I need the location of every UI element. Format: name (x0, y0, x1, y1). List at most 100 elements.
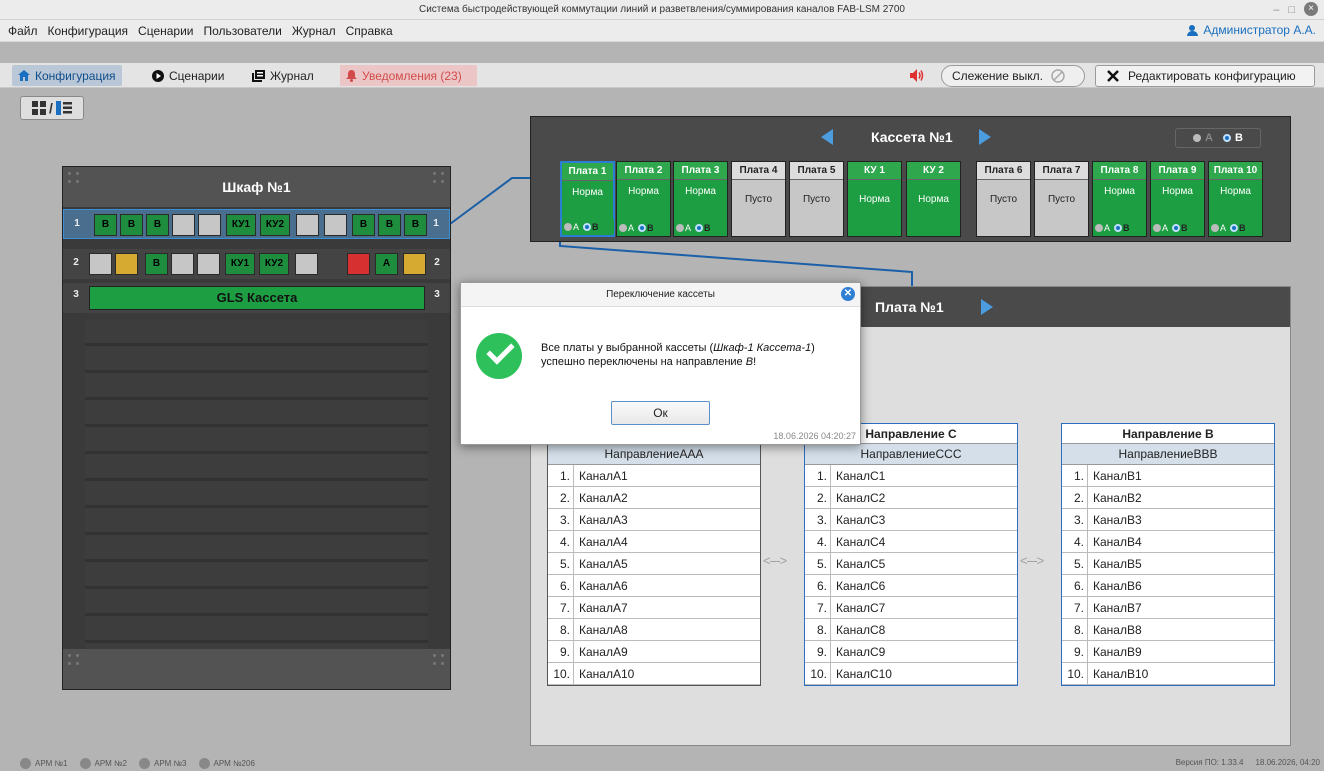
dialog-close-icon[interactable]: ✕ (841, 287, 855, 301)
radio-b-icon[interactable] (1114, 223, 1123, 232)
radio-b-icon[interactable] (695, 223, 704, 232)
cabinet-slot[interactable]: B (94, 214, 117, 236)
cabinet-slot[interactable]: B (120, 214, 143, 236)
cabinet-slot[interactable]: B (378, 214, 401, 236)
cassette-board[interactable]: Плата 2 Норма A B (616, 161, 671, 237)
radio-b-icon[interactable] (583, 222, 592, 231)
channel-row[interactable]: 5. КаналА5 (548, 553, 760, 575)
cassette-direction-switch[interactable]: A B (1175, 128, 1261, 148)
cabinet-slot[interactable]: КУ2 (259, 253, 289, 275)
cabinet-slot[interactable] (324, 214, 347, 236)
channel-row[interactable]: 8. КаналВ8 (1062, 619, 1274, 641)
board-direction-switch[interactable]: AB (1094, 220, 1145, 235)
cabinet-slot[interactable]: B (404, 214, 427, 236)
channel-row[interactable]: 6. КаналА6 (548, 575, 760, 597)
board-direction-switch[interactable]: AB (1152, 220, 1203, 235)
cabinet-slot[interactable]: КУ1 (225, 253, 255, 275)
channel-row[interactable]: 6. КаналС6 (805, 575, 1017, 597)
cabinet-slot[interactable] (295, 253, 318, 275)
cassette-board[interactable]: КУ 1 Норма (847, 161, 902, 237)
channel-row[interactable]: 1. КаналС1 (805, 465, 1017, 487)
gls-cassette[interactable]: GLS Кассета (89, 286, 425, 310)
cabinet-slot[interactable] (198, 214, 221, 236)
channel-row[interactable]: 7. КаналА7 (548, 597, 760, 619)
radio-b-icon[interactable] (638, 223, 647, 232)
channel-row[interactable]: 5. КаналС5 (805, 553, 1017, 575)
channel-row[interactable]: 10. КаналВ10 (1062, 663, 1274, 685)
channel-row[interactable]: 1. КаналА1 (548, 465, 760, 487)
cabinet-slot[interactable] (115, 253, 138, 275)
cassette-board[interactable]: Плата 4 Пусто (731, 161, 786, 237)
radio-b-icon[interactable] (1223, 134, 1231, 142)
cabinet-row-2[interactable]: 2 2 B КУ1 КУ2 A (63, 249, 450, 279)
direction-a-label: A (573, 221, 580, 232)
radio-a-icon[interactable] (1095, 223, 1103, 232)
channel-row[interactable]: 1. КаналВ1 (1062, 465, 1274, 487)
board-direction-switch[interactable]: AB (675, 220, 726, 235)
cabinet-slot[interactable]: A (375, 253, 398, 275)
cassette-board[interactable]: Плата 8 Норма A B (1092, 161, 1147, 237)
channel-row[interactable]: 4. КаналА4 (548, 531, 760, 553)
channel-row[interactable]: 2. КаналВ2 (1062, 487, 1274, 509)
cassette-board[interactable]: Плата 1 Норма A B (560, 161, 615, 237)
cabinet-slot[interactable]: B (146, 214, 169, 236)
radio-a-icon[interactable] (1211, 223, 1219, 232)
cabinet-slot[interactable]: КУ2 (260, 214, 290, 236)
cabinet-slot[interactable]: B (352, 214, 375, 236)
prev-cassette-icon[interactable] (821, 129, 833, 145)
channel-row[interactable]: 5. КаналВ5 (1062, 553, 1274, 575)
board-title: Плата 10 (1209, 162, 1262, 180)
board-title: Плата 8 (1093, 162, 1146, 180)
cabinet-slot[interactable] (171, 253, 194, 275)
cassette-board[interactable]: Плата 5 Пусто (789, 161, 844, 237)
cassette-board[interactable]: Плата 7 Пусто (1034, 161, 1089, 237)
channel-row[interactable]: 6. КаналВ6 (1062, 575, 1274, 597)
radio-a-icon[interactable] (676, 223, 684, 232)
board-direction-switch[interactable]: AB (618, 220, 669, 235)
channel-row[interactable]: 9. КаналВ9 (1062, 641, 1274, 663)
channel-row[interactable]: 2. КаналА2 (548, 487, 760, 509)
cabinet-slot[interactable]: B (145, 253, 168, 275)
cassette-board[interactable]: Плата 10 Норма A B (1208, 161, 1263, 237)
channel-row[interactable]: 10. КаналА10 (548, 663, 760, 685)
next-board-icon[interactable] (981, 299, 993, 315)
cabinet-slot[interactable] (347, 253, 370, 275)
radio-b-icon[interactable] (1230, 223, 1239, 232)
channel-row[interactable]: 7. КаналВ7 (1062, 597, 1274, 619)
radio-a-icon[interactable] (619, 223, 627, 232)
channel-row[interactable]: 3. КаналА3 (548, 509, 760, 531)
channel-row[interactable]: 10. КаналС10 (805, 663, 1017, 685)
channel-row[interactable]: 8. КаналС8 (805, 619, 1017, 641)
next-cassette-icon[interactable] (979, 129, 991, 145)
channel-row[interactable]: 3. КаналС3 (805, 509, 1017, 531)
channel-row[interactable]: 2. КаналС2 (805, 487, 1017, 509)
channel-row[interactable]: 4. КаналС4 (805, 531, 1017, 553)
radio-a-icon[interactable] (1153, 223, 1161, 232)
cabinet-slot[interactable] (296, 214, 319, 236)
radio-b-icon[interactable] (1172, 223, 1181, 232)
cassette-board[interactable]: Плата 9 Норма A B (1150, 161, 1205, 237)
cassette-board[interactable]: Плата 6 Пусто (976, 161, 1031, 237)
cabinet-row-3[interactable]: 3 3 GLS Кассета (63, 283, 450, 313)
cabinet-row-1[interactable]: 1 1 B B B КУ1 КУ2 B B B (63, 209, 450, 239)
cabinet-slot[interactable] (89, 253, 112, 275)
cabinet-slot[interactable]: КУ1 (226, 214, 256, 236)
cassette-board[interactable]: Плата 3 Норма A B (673, 161, 728, 237)
workstation-status: АРМ №3 (139, 757, 187, 769)
channel-row[interactable]: 9. КаналС9 (805, 641, 1017, 663)
board-direction-switch[interactable]: AB (563, 219, 614, 234)
channel-row[interactable]: 3. КаналВ3 (1062, 509, 1274, 531)
channel-row[interactable]: 4. КаналВ4 (1062, 531, 1274, 553)
ok-button[interactable]: Ок (611, 401, 710, 425)
cabinet-slot[interactable] (172, 214, 195, 236)
cabinet-slot[interactable] (403, 253, 426, 275)
radio-a-icon[interactable] (1193, 134, 1202, 142)
board-status: Пусто (989, 194, 1018, 205)
cabinet-slot[interactable] (197, 253, 220, 275)
channel-row[interactable]: 7. КаналС7 (805, 597, 1017, 619)
radio-a-icon[interactable] (564, 222, 572, 231)
cassette-board[interactable]: КУ 2 Норма (906, 161, 961, 237)
channel-row[interactable]: 8. КаналА8 (548, 619, 760, 641)
channel-row[interactable]: 9. КаналА9 (548, 641, 760, 663)
board-direction-switch[interactable]: AB (1210, 220, 1261, 235)
